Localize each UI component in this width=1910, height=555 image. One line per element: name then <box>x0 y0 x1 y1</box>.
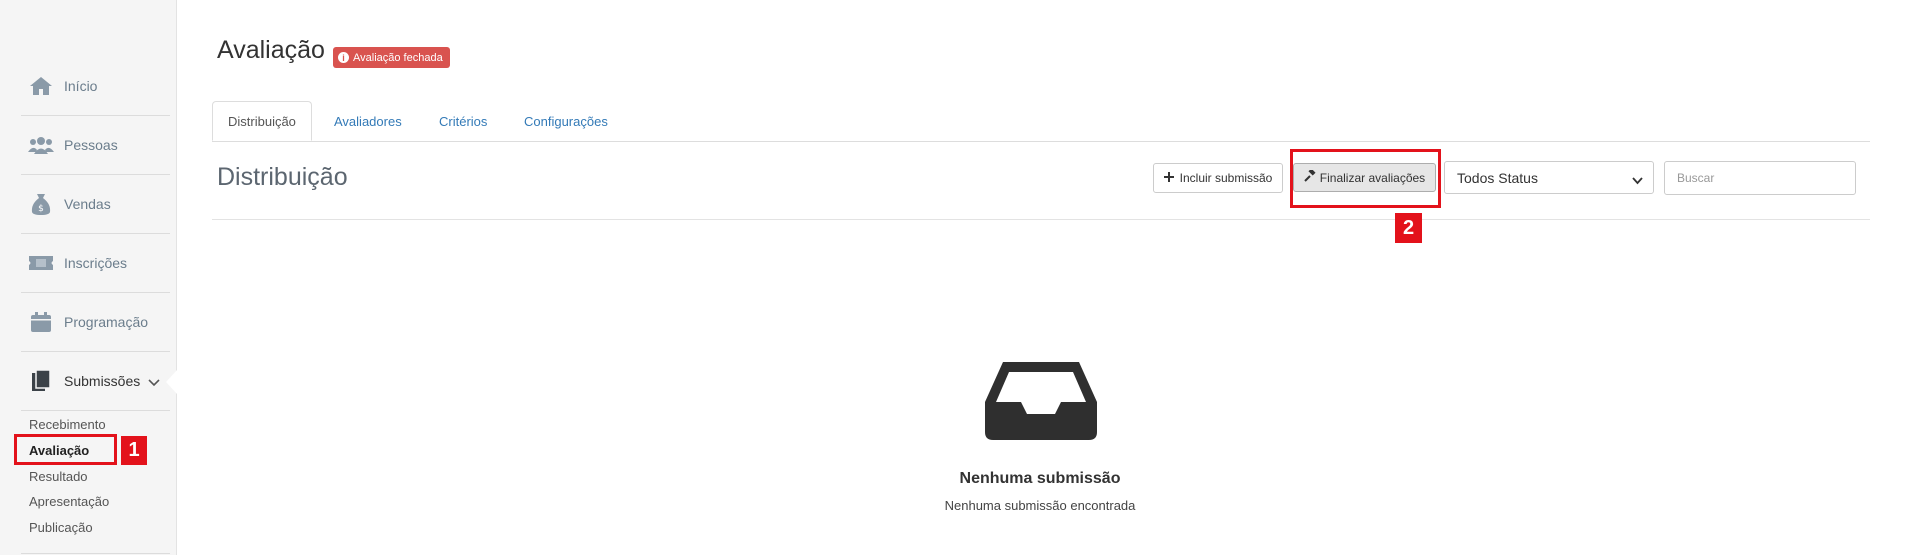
sidebar-item-label: Vendas <box>64 196 111 212</box>
sidebar-item-label: Inscrições <box>64 255 128 271</box>
chevron-down-icon <box>148 374 160 392</box>
sidebar-subitem-recebimento[interactable]: Recebimento <box>29 417 106 432</box>
tab-configuracoes[interactable]: Configurações <box>524 101 608 141</box>
annotation-box-2 <box>1290 149 1441 208</box>
empty-state-subtitle: Nenhuma submissão encontrada <box>944 498 1136 513</box>
sidebar-active-notch <box>166 370 177 394</box>
sidebar-subitem-publicacao[interactable]: Publicação <box>29 520 93 535</box>
chevron-down-icon <box>1632 172 1643 188</box>
section-divider <box>212 219 1870 220</box>
annotation-number-2: 2 <box>1395 213 1422 243</box>
people-icon <box>28 132 54 158</box>
annotation-number-1: 1 <box>121 436 147 465</box>
info-icon: i <box>338 52 349 63</box>
calendar-icon <box>28 309 54 335</box>
sidebar-item-label: Início <box>64 78 98 94</box>
tab-distribuicao[interactable]: Distribuição <box>212 101 312 141</box>
sidebar-item-label: Submissões <box>64 373 141 389</box>
page-title: Avaliação <box>217 36 325 64</box>
money-bag-icon: $ <box>28 191 54 217</box>
empty-state-title: Nenhuma submissão <box>959 470 1121 487</box>
section-title: Distribuição <box>217 163 348 191</box>
sidebar-item-vendas[interactable]: $ Vendas <box>21 175 170 234</box>
svg-text:$: $ <box>38 204 44 214</box>
search-input[interactable] <box>1664 161 1856 195</box>
status-select-value: Todos Status <box>1457 169 1538 186</box>
tab-criterios[interactable]: Critérios <box>439 101 487 141</box>
sidebar-item-label: Programação <box>64 314 149 330</box>
sidebar-item-label: Pessoas <box>64 137 118 153</box>
include-submission-button[interactable]: Incluir submissão <box>1153 163 1283 193</box>
sidebar-item-pessoas[interactable]: Pessoas <box>21 116 170 175</box>
include-submission-label: Incluir submissão <box>1179 171 1273 185</box>
status-badge: i Avaliação fechada <box>333 47 450 68</box>
tab-avaliadores[interactable]: Avaliadores <box>334 101 402 141</box>
sidebar-item-inscricoes[interactable]: Inscrições <box>21 234 170 293</box>
sidebar-divider <box>21 553 170 554</box>
tab-bar: Distribuição Avaliadores Critérios Confi… <box>212 101 1870 142</box>
documents-icon <box>28 368 54 394</box>
sidebar-item-programacao[interactable]: Programação <box>21 293 170 352</box>
sidebar-item-inicio[interactable]: Início <box>21 57 170 116</box>
sidebar-item-submissoes[interactable]: Submissões <box>21 352 170 411</box>
annotation-box-1 <box>14 434 117 465</box>
inbox-icon <box>985 362 1097 445</box>
status-badge-label: Avaliação fechada <box>353 51 443 64</box>
ticket-icon <box>28 250 54 276</box>
plus-icon <box>1163 171 1174 185</box>
home-icon <box>28 73 54 99</box>
status-select[interactable]: Todos Status <box>1444 161 1654 194</box>
